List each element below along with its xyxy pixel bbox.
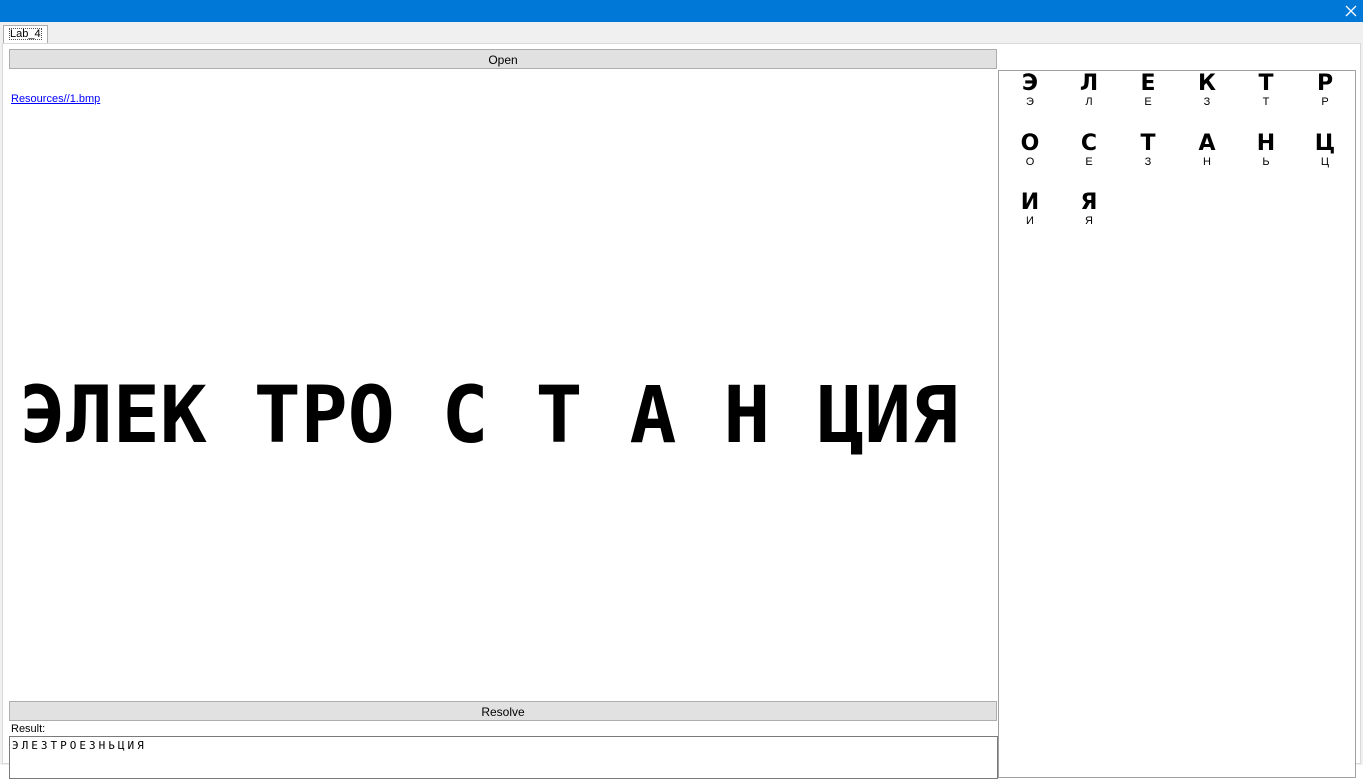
- window-client-area: Lab_4 Open Resources//1.bmp ЭЛЕК ТРО С Т…: [0, 22, 1363, 779]
- bitmap-text: ЭЛЕК ТРО С Т А Н ЦИЯ: [19, 371, 958, 461]
- glyph-panel: ЭЭЛЛЕЕКЗТТРРООСЕТЗАННЬЦЦИИЯЯ: [998, 70, 1356, 778]
- glyph-item: КЗ: [1187, 73, 1227, 109]
- bitmap-image: ЭЛЕК ТРО С Т А Н ЦИЯ: [19, 371, 958, 461]
- glyph-label: Э: [1026, 96, 1034, 108]
- result-textbox[interactable]: ЭЛЕЗТРОЕЗНЬЦИЯ: [9, 736, 998, 779]
- glyph-image: Т: [1258, 71, 1274, 96]
- glyph-label: Т: [1262, 96, 1270, 108]
- glyph-image: О: [1020, 131, 1040, 156]
- glyph-image: Н: [1256, 131, 1276, 156]
- image-preview: ЭЛЕК ТРО С Т А Н ЦИЯ: [9, 334, 997, 484]
- glyph-item: АН: [1187, 133, 1227, 169]
- glyph-label: Ь: [1262, 156, 1270, 168]
- glyph-label: Е: [1144, 96, 1152, 108]
- glyph-image: А: [1198, 131, 1216, 156]
- glyph-item: ОО: [1010, 133, 1050, 169]
- result-label: Result:: [11, 723, 46, 735]
- tab-strip: Lab_4: [0, 22, 1363, 44]
- glyph-image: С: [1080, 131, 1098, 156]
- file-path-link[interactable]: Resources//1.bmp: [11, 93, 100, 105]
- glyph-item: ТЗ: [1128, 133, 1168, 169]
- glyph-item: ЯЯ: [1069, 192, 1109, 228]
- glyph-image: Е: [1140, 71, 1156, 96]
- glyph-item: ЛЛ: [1069, 73, 1109, 109]
- glyph-item: СЕ: [1069, 133, 1109, 169]
- glyph-item: ЭЭ: [1010, 73, 1050, 109]
- glyph-item: ЦЦ: [1305, 133, 1345, 169]
- glyph-label: З: [1144, 156, 1152, 168]
- glyph-label: Л: [1085, 96, 1093, 108]
- close-button[interactable]: [1339, 0, 1363, 22]
- glyph-image: К: [1198, 71, 1216, 96]
- glyph-label: Р: [1321, 96, 1329, 108]
- close-icon: [1345, 5, 1357, 17]
- glyph-label: Я: [1085, 215, 1093, 227]
- glyph-item: НЬ: [1246, 133, 1286, 169]
- title-bar: [0, 0, 1363, 22]
- glyph-label: И: [1026, 215, 1034, 227]
- tab-lab-4[interactable]: Lab_4: [3, 25, 48, 43]
- glyph-label: Н: [1203, 156, 1211, 168]
- glyph-image: И: [1020, 190, 1040, 215]
- glyph-image: Т: [1140, 131, 1156, 156]
- glyph-image: Р: [1316, 71, 1334, 96]
- glyph-image: Ц: [1314, 131, 1336, 156]
- glyph-image: Я: [1080, 190, 1098, 215]
- glyph-item: ЕЕ: [1128, 73, 1168, 109]
- open-button[interactable]: Open: [9, 49, 997, 69]
- resolve-button[interactable]: Resolve: [9, 701, 997, 721]
- glyph-item: РР: [1305, 73, 1345, 109]
- glyph-label: Ц: [1320, 156, 1330, 168]
- tab-page: Open Resources//1.bmp ЭЛЕК ТРО С Т А Н Ц…: [2, 43, 1361, 779]
- glyph-label: З: [1203, 96, 1211, 108]
- glyph-item: ТТ: [1246, 73, 1286, 109]
- glyph-label: О: [1025, 156, 1035, 168]
- glyph-label: Е: [1085, 156, 1093, 168]
- glyph-image: Л: [1079, 71, 1099, 96]
- glyph-image: Э: [1021, 71, 1039, 96]
- glyph-item: ИИ: [1010, 192, 1050, 228]
- tab-label: Lab_4: [9, 28, 42, 40]
